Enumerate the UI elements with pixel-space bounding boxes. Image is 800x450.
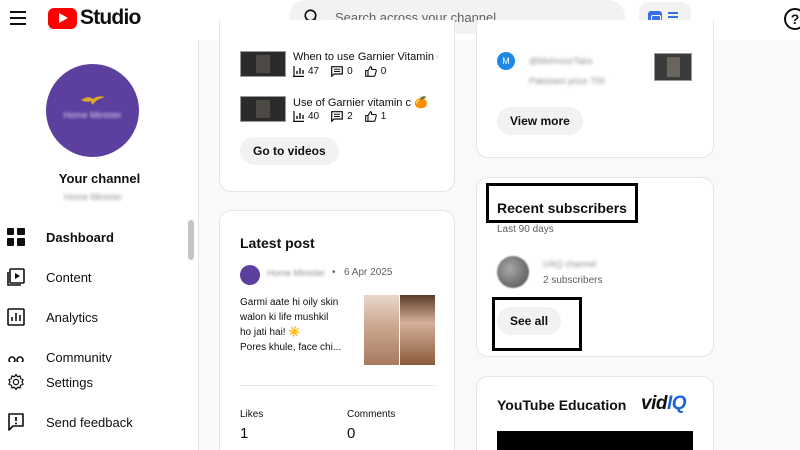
bar-chart-icon [293,111,304,122]
separator-dot: • [332,267,336,278]
gear-icon [8,373,24,391]
card-title: Latest post [240,235,315,251]
thumbs-up-icon [364,111,377,122]
sidebar-item-analytics[interactable]: Analytics [0,297,186,337]
latest-post-card: Latest post Home Minister • 6 Apr 2025 G… [219,210,455,450]
sidebar-item-label: Content [46,269,92,285]
sidebar-scrollbar[interactable] [188,220,194,260]
highlight-box [492,297,582,351]
post-image[interactable] [364,295,399,365]
avatar [240,265,260,285]
views-count: 40 [308,111,320,122]
education-video[interactable] [497,431,693,450]
divider [240,385,435,386]
post-text[interactable]: Garmi aate hi oily skin walon ki life mu… [240,295,355,355]
sidebar-item-send-feedback[interactable]: Send feedback [0,402,186,442]
sidebar-bottom: Settings Send feedback [0,362,198,450]
video-thumbnail[interactable] [240,51,286,77]
dashboard-icon [7,228,25,246]
comment-icon [331,111,344,122]
comment-text: Pakistani price 700 [529,76,606,86]
sidebar-item-settings[interactable]: Settings [0,362,186,402]
your-channel-label: Your channel [58,171,141,186]
sidebar-item-dashboard[interactable]: Dashboard [0,217,186,257]
post-image[interactable] [400,295,435,365]
comment-author: @MehnoorTabs [529,56,593,66]
channel-handle: Home Minister [63,192,122,202]
sidebar: Home Minister Your channel Home Minister… [0,40,199,450]
view-more-button[interactable]: View more [497,107,583,135]
sidebar-item-label: Dashboard [46,229,114,245]
likes-count: 0 [380,66,387,77]
sidebar-item-label: Send feedback [46,414,133,430]
subscriber-count: 2 subscribers [543,275,603,286]
go-to-videos-button[interactable]: Go to videos [240,137,339,165]
thumbs-up-icon [364,66,377,77]
feedback-icon [8,413,24,431]
studio-logo[interactable]: Studio [48,6,141,30]
comments-label: Comments [347,409,396,420]
youtube-education-card: YouTube Education vidIQ [476,376,714,450]
card-title: YouTube Education [497,397,627,413]
latest-comments-card: M @MehnoorTabs Pakistani price 700 View … [476,20,714,158]
likes-count: 1 [380,111,387,122]
sidebar-item-label: Settings [46,374,93,390]
video-thumbnail[interactable] [654,53,692,81]
post-author: Home Minister [267,268,326,278]
list-item[interactable]: Use of Garnier vitamin c 🍊 40 2 1 [240,96,440,126]
likes-label: Likes [240,409,264,420]
comments-count: 0 [347,66,353,77]
list-item[interactable]: When to use Garnier Vitamin C 47 0 0 [240,51,440,81]
brand-main: vid [641,393,667,414]
highlight-box [486,183,638,223]
logo-text: Studio [80,6,141,29]
top-videos-card: When to use Garnier Vitamin C 47 0 0 Use… [219,20,455,192]
post-text-line: walon ki life mushkil [240,312,329,323]
video-stats: 47 0 0 [293,66,398,77]
video-title[interactable]: Use of Garnier vitamin c 🍊 [293,96,438,109]
card-subtitle: Last 90 days [497,224,554,235]
logo-bird-icon [81,96,105,105]
help-icon[interactable]: ? [784,8,800,30]
avatar: M [497,52,515,70]
video-thumbnail[interactable] [240,96,286,122]
sidebar-item-label: Analytics [46,309,99,325]
content-icon [7,268,25,286]
bar-chart-icon [293,66,304,77]
sidebar-item-content[interactable]: Content [0,257,186,297]
comments-count: 2 [347,111,353,122]
comment-icon [331,66,344,77]
youtube-play-icon [48,7,77,29]
avatar-text: Home Minister [63,110,122,120]
menu-icon[interactable] [10,11,26,25]
video-title[interactable]: When to use Garnier Vitamin C [293,51,438,63]
video-stats: 40 2 1 [293,111,398,122]
post-date: 6 Apr 2025 [344,267,393,278]
likes-value: 1 [240,425,249,442]
post-text-line: Pores khule, face chi... [240,342,342,353]
subscriber-name[interactable]: UAQ channel [543,259,597,269]
brand-accent: IQ [666,393,687,414]
vidiq-logo: vidIQ [641,393,687,415]
comments-value: 0 [347,425,356,442]
analytics-icon [7,308,25,326]
views-count: 47 [308,66,320,77]
post-text-line: ho jati hai! ☀️ [240,327,301,338]
post-text-line: Garmi aate hi oily skin [240,297,339,308]
avatar[interactable] [497,256,529,288]
channel-avatar[interactable]: Home Minister [46,64,139,157]
